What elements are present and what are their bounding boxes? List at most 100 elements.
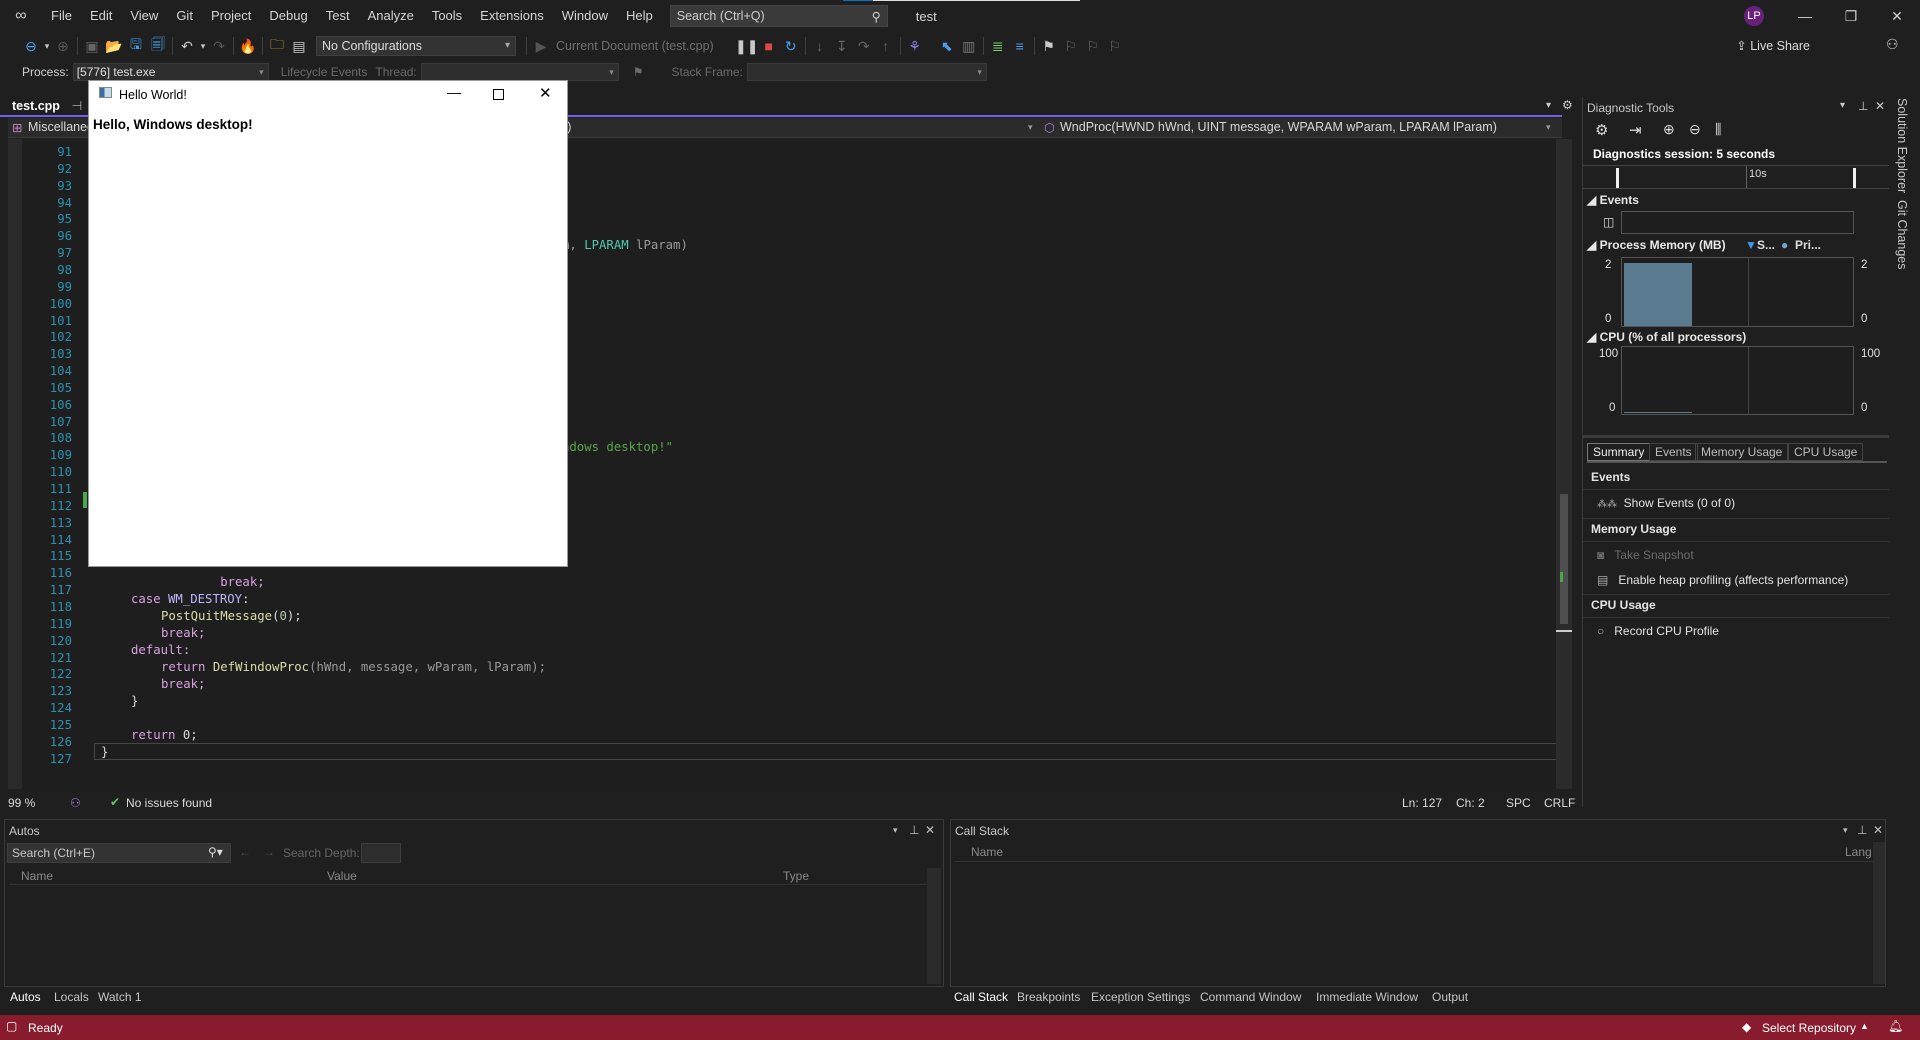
- flag-thread-icon[interactable]: ⚑: [633, 65, 644, 79]
- tab-memory-usage[interactable]: Memory Usage: [1695, 443, 1789, 461]
- step-over-alt-icon[interactable]: ↷: [853, 35, 875, 57]
- hello-world-titlebar[interactable]: Hello World! — ✕: [89, 81, 567, 109]
- undo-dropdown-icon[interactable]: ▾: [198, 35, 208, 57]
- menu-help[interactable]: Help: [617, 0, 662, 32]
- tab-call-stack[interactable]: Call Stack: [954, 990, 1008, 1004]
- tab-test-cpp[interactable]: test.cpp ⊣: [8, 98, 87, 115]
- tab-exception-settings[interactable]: Exception Settings: [1091, 990, 1190, 1004]
- panel-dropdown-icon[interactable]: ▾: [1840, 100, 1845, 111]
- menu-edit[interactable]: Edit: [81, 0, 121, 32]
- window-layout-icon[interactable]: ▤: [288, 35, 310, 57]
- tab-immediate-window[interactable]: Immediate Window: [1316, 990, 1418, 1004]
- break-all-icon[interactable]: ❚❚: [735, 35, 758, 57]
- open-file-icon[interactable]: 📂: [103, 35, 125, 57]
- cpu-section-header[interactable]: ◢ CPU (% of all processors): [1587, 330, 1746, 344]
- tab-cpu-usage[interactable]: CPU Usage: [1788, 443, 1864, 461]
- record-cpu-profile-button[interactable]: ○ Record CPU Profile: [1597, 624, 1719, 638]
- live-share-button[interactable]: ⇪ Live Share: [1736, 38, 1810, 53]
- show-threads-icon[interactable]: ⚘: [904, 35, 926, 57]
- hot-reload-icon[interactable]: 🔥: [237, 35, 259, 57]
- redo-icon[interactable]: ↷: [208, 35, 230, 57]
- find-in-files-icon[interactable]: 🗀: [266, 35, 288, 57]
- menu-git[interactable]: Git: [167, 0, 202, 32]
- restore-icon[interactable]: ❐: [1828, 0, 1874, 32]
- autos-search-input[interactable]: Search (Ctrl+E) ⚲▾: [7, 843, 231, 863]
- save-icon[interactable]: 🖫: [125, 35, 147, 57]
- hello-world-window[interactable]: Hello World! — ✕ Hello, Windows desktop!: [88, 80, 568, 567]
- take-snapshot-button[interactable]: ◙ Take Snapshot: [1597, 548, 1694, 562]
- clear-bookmarks-icon[interactable]: ⚐: [1104, 35, 1126, 57]
- comment-icon[interactable]: ≡: [1009, 35, 1031, 57]
- zoom-in-icon[interactable]: ⊕: [1663, 121, 1675, 138]
- menu-tools[interactable]: Tools: [423, 0, 471, 32]
- stack-frame-dropdown[interactable]: [746, 63, 987, 81]
- close-icon[interactable]: ✕: [1874, 0, 1920, 32]
- zoom-dropdown[interactable]: 99 %: [8, 796, 35, 810]
- tab-breakpoints[interactable]: Breakpoints: [1017, 990, 1080, 1004]
- cpu-graph[interactable]: [1621, 346, 1854, 415]
- line-indicator[interactable]: Ln: 127: [1402, 796, 1442, 810]
- tab-locals[interactable]: Locals: [54, 990, 89, 1004]
- events-section-header[interactable]: ◢ Events: [1587, 193, 1639, 207]
- process-dropdown[interactable]: [5776] test.exe: [72, 63, 269, 81]
- tab-output[interactable]: Output: [1432, 990, 1468, 1004]
- tab-command-window[interactable]: Command Window: [1200, 990, 1301, 1004]
- next-bookmark-icon[interactable]: ⚐: [1082, 35, 1104, 57]
- timeline-start-handle[interactable]: [1616, 168, 1619, 188]
- callstack-pin-icon[interactable]: ⊥: [1857, 823, 1867, 837]
- step-out-icon[interactable]: ↑: [875, 35, 897, 57]
- col-name[interactable]: Name: [21, 869, 53, 883]
- user-avatar[interactable]: LP: [1744, 6, 1764, 26]
- function-dropdown-icon[interactable]: ▾: [1546, 122, 1551, 133]
- notifications-icon[interactable]: 🔔︎: [1888, 1019, 1903, 1033]
- break-events-icon[interactable]: ◫: [1603, 215, 1614, 229]
- autos-dropdown-icon[interactable]: ▾: [893, 825, 898, 836]
- col-language[interactable]: Lang: [1845, 845, 1872, 859]
- select-tools-icon[interactable]: ⫼: [1715, 121, 1721, 138]
- minimize-icon[interactable]: —: [1782, 0, 1828, 32]
- editor-vertical-scrollbar[interactable]: [1556, 139, 1572, 789]
- feedback-icon[interactable]: ⚇: [1886, 36, 1899, 53]
- stop-debugging-icon[interactable]: ■: [758, 35, 780, 57]
- tab-git-changes[interactable]: Git Changes: [1895, 200, 1909, 269]
- line-ending-indicator[interactable]: CRLF: [1544, 796, 1575, 810]
- app-close-icon[interactable]: ✕: [539, 84, 552, 102]
- autos-pin-icon[interactable]: ⊥: [909, 823, 919, 837]
- menu-extensions[interactable]: Extensions: [471, 0, 553, 32]
- menu-debug[interactable]: Debug: [260, 0, 316, 32]
- panel-close-icon[interactable]: ✕: [1875, 99, 1885, 113]
- settings-icon[interactable]: ⚙: [1562, 98, 1573, 112]
- app-maximize-icon[interactable]: [493, 89, 504, 100]
- enable-heap-profiling[interactable]: ▤ Enable heap profiling (affects perform…: [1583, 567, 1889, 595]
- repository-up-icon[interactable]: ▲: [1860, 1021, 1869, 1031]
- menu-test[interactable]: Test: [317, 0, 359, 32]
- whitespace-indicator[interactable]: SPC: [1506, 796, 1531, 810]
- autos-close-icon[interactable]: ✕: [925, 823, 935, 837]
- callstack-dropdown-icon[interactable]: ▾: [1843, 825, 1848, 836]
- pin-tab-icon[interactable]: ⊣: [71, 99, 82, 113]
- memory-section-header[interactable]: ◢ Process Memory (MB): [1587, 238, 1726, 252]
- step-over-icon[interactable]: ↧: [831, 35, 853, 57]
- search-depth-dropdown[interactable]: [361, 843, 401, 863]
- app-minimize-icon[interactable]: —: [447, 84, 461, 100]
- search-forward-icon[interactable]: →: [263, 845, 275, 859]
- memory-graph[interactable]: [1621, 257, 1854, 327]
- live-tree-icon[interactable]: ▥: [958, 35, 980, 57]
- menu-analyze[interactable]: Analyze: [359, 0, 423, 32]
- select-repository-button[interactable]: Select Repository: [1762, 1021, 1856, 1035]
- timeline-ruler[interactable]: 10s: [1583, 165, 1889, 189]
- thread-dropdown[interactable]: [420, 63, 619, 81]
- menu-view[interactable]: View: [121, 0, 167, 32]
- navigate-back-icon[interactable]: ⊖: [20, 35, 42, 57]
- undo-icon[interactable]: ↶: [176, 35, 198, 57]
- tab-autos[interactable]: Autos: [10, 990, 41, 1004]
- callstack-scrollbar[interactable]: [1873, 842, 1885, 984]
- events-track[interactable]: [1621, 211, 1854, 234]
- save-all-icon[interactable]: 🗐: [147, 35, 169, 57]
- configuration-dropdown[interactable]: No Configurations: [316, 36, 516, 56]
- tab-summary[interactable]: Summary: [1587, 443, 1651, 461]
- char-indicator[interactable]: Ch: 2: [1456, 796, 1485, 810]
- col-value[interactable]: Value: [327, 869, 357, 883]
- issues-status[interactable]: No issues found: [126, 796, 212, 810]
- scrollbar-thumb[interactable]: [1560, 494, 1568, 624]
